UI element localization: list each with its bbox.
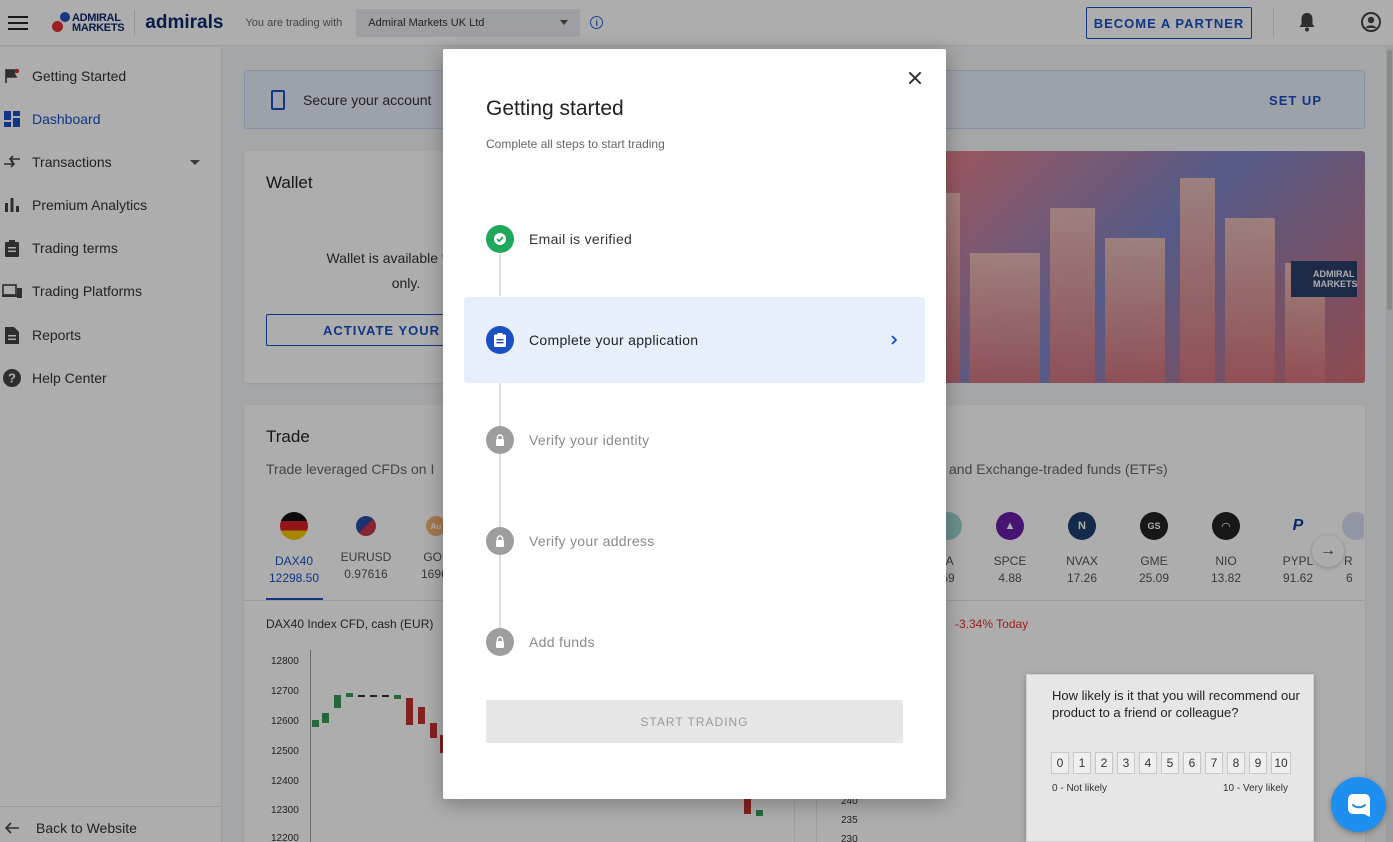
score-1[interactable]: 1 <box>1073 752 1091 774</box>
survey-max-label: 10 - Very likely <box>1222 783 1288 794</box>
step-verify-address: Verify your address <box>464 498 925 584</box>
chat-button[interactable] <box>1331 777 1386 832</box>
step-email-verified: Email is verified <box>464 196 925 282</box>
lock-icon <box>486 628 514 656</box>
score-4[interactable]: 4 <box>1139 752 1157 774</box>
lock-icon <box>486 426 514 454</box>
nps-survey: How likely is it that you will recommend… <box>1026 674 1314 842</box>
score-5[interactable]: 5 <box>1161 752 1179 774</box>
score-10[interactable]: 10 <box>1271 752 1291 774</box>
score-2[interactable]: 2 <box>1095 752 1113 774</box>
survey-scale: 0 1 2 3 4 5 6 7 8 9 10 <box>1051 752 1291 774</box>
step-label: Verify your address <box>529 533 655 549</box>
chevron-right-icon <box>891 335 898 345</box>
start-trading-button[interactable]: START TRADING <box>486 700 903 743</box>
step-label: Verify your identity <box>529 432 650 448</box>
score-9[interactable]: 9 <box>1249 752 1267 774</box>
modal-subtitle: Complete all steps to start trading <box>486 137 665 151</box>
scrollbar-thumb[interactable] <box>1387 50 1392 310</box>
score-6[interactable]: 6 <box>1183 752 1201 774</box>
check-circle-icon <box>486 225 514 253</box>
survey-min-label: 0 - Not likely <box>1052 783 1108 794</box>
score-0[interactable]: 0 <box>1051 752 1069 774</box>
step-label: Add funds <box>529 634 595 650</box>
lock-icon <box>486 527 514 555</box>
close-icon[interactable] <box>906 69 924 87</box>
score-8[interactable]: 8 <box>1227 752 1245 774</box>
step-complete-application[interactable]: Complete your application <box>464 297 925 383</box>
clipboard-icon <box>486 326 514 354</box>
step-add-funds: Add funds <box>464 599 925 685</box>
modal-title: Getting started <box>486 97 624 120</box>
step-label: Email is verified <box>529 231 633 247</box>
survey-question: How likely is it that you will recommend… <box>1052 688 1300 720</box>
score-7[interactable]: 7 <box>1205 752 1223 774</box>
score-3[interactable]: 3 <box>1117 752 1135 774</box>
chat-icon <box>1347 793 1370 817</box>
step-verify-identity: Verify your identity <box>464 397 925 483</box>
getting-started-modal: Getting started Complete all steps to st… <box>443 49 946 799</box>
step-label: Complete your application <box>529 332 699 348</box>
